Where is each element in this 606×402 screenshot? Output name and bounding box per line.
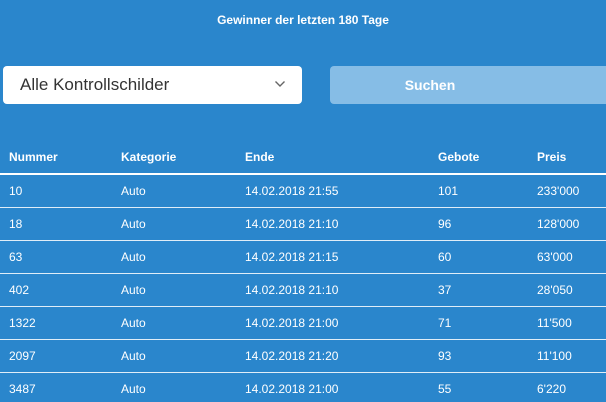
select-value: Alle Kontrollschilder [20,75,170,94]
page-title: Gewinner der letzten 180 Tage [217,13,389,27]
cell-kategorie: Auto [112,174,236,208]
cell-ende: 14.02.2018 21:10 [236,207,429,241]
winners-table: Nummer Kategorie Ende Gebote Preis 10 Au… [0,140,606,402]
chevron-down-icon [275,81,285,87]
cell-ende: 14.02.2018 21:10 [236,273,429,307]
cell-nummer: 1322 [0,306,112,340]
column-header-ende[interactable]: Ende [236,140,429,175]
cell-preis: 11'100 [528,339,606,373]
cell-preis: 63'000 [528,240,606,274]
cell-nummer: 18 [0,207,112,241]
page: Gewinner der letzten 180 Tage Alle Kontr… [0,0,606,402]
search-button-label: Suchen [404,77,456,93]
table-row[interactable]: 18 Auto 14.02.2018 21:10 96 128'000 [0,207,606,241]
cell-gebote: 96 [429,207,528,241]
cell-ende: 14.02.2018 21:15 [236,240,429,274]
column-header-kategorie[interactable]: Kategorie [112,140,236,175]
table-row[interactable]: 3487 Auto 14.02.2018 21:00 55 6'220 [0,372,606,402]
cell-nummer: 2097 [0,339,112,373]
cell-kategorie: Auto [112,306,236,340]
column-header-gebote[interactable]: Gebote [429,140,528,175]
table-row[interactable]: 63 Auto 14.02.2018 21:15 60 63'000 [0,240,606,274]
winners-table-container: Nummer Kategorie Ende Gebote Preis 10 Au… [0,140,606,402]
table-row[interactable]: 402 Auto 14.02.2018 21:10 37 28'050 [0,273,606,307]
cell-ende: 14.02.2018 21:00 [236,372,429,402]
cell-gebote: 37 [429,273,528,307]
cell-gebote: 60 [429,240,528,274]
cell-kategorie: Auto [112,207,236,241]
cell-kategorie: Auto [112,339,236,373]
cell-nummer: 402 [0,273,112,307]
license-plate-filter-select[interactable]: Alle Kontrollschilder [3,66,302,104]
cell-nummer: 63 [0,240,112,274]
column-header-preis[interactable]: Preis [528,140,606,175]
cell-preis: 11'500 [528,306,606,340]
cell-nummer: 3487 [0,372,112,402]
cell-gebote: 93 [429,339,528,373]
cell-ende: 14.02.2018 21:20 [236,339,429,373]
cell-preis: 128'000 [528,207,606,241]
cell-kategorie: Auto [112,273,236,307]
cell-kategorie: Auto [112,372,236,402]
table-row[interactable]: 2097 Auto 14.02.2018 21:20 93 11'100 [0,339,606,373]
cell-nummer: 10 [0,174,112,208]
cell-kategorie: Auto [112,240,236,274]
search-button[interactable]: Suchen [330,66,606,104]
table-row[interactable]: 1322 Auto 14.02.2018 21:00 71 11'500 [0,306,606,340]
cell-gebote: 101 [429,174,528,208]
cell-preis: 28'050 [528,273,606,307]
table-row[interactable]: 10 Auto 14.02.2018 21:55 101 233'000 [0,174,606,208]
cell-gebote: 71 [429,306,528,340]
cell-ende: 14.02.2018 21:00 [236,306,429,340]
column-header-nummer[interactable]: Nummer [0,140,112,175]
cell-preis: 233'000 [528,174,606,208]
table-header-row: Nummer Kategorie Ende Gebote Preis [0,140,606,175]
cell-preis: 6'220 [528,372,606,402]
cell-ende: 14.02.2018 21:55 [236,174,429,208]
cell-gebote: 55 [429,372,528,402]
